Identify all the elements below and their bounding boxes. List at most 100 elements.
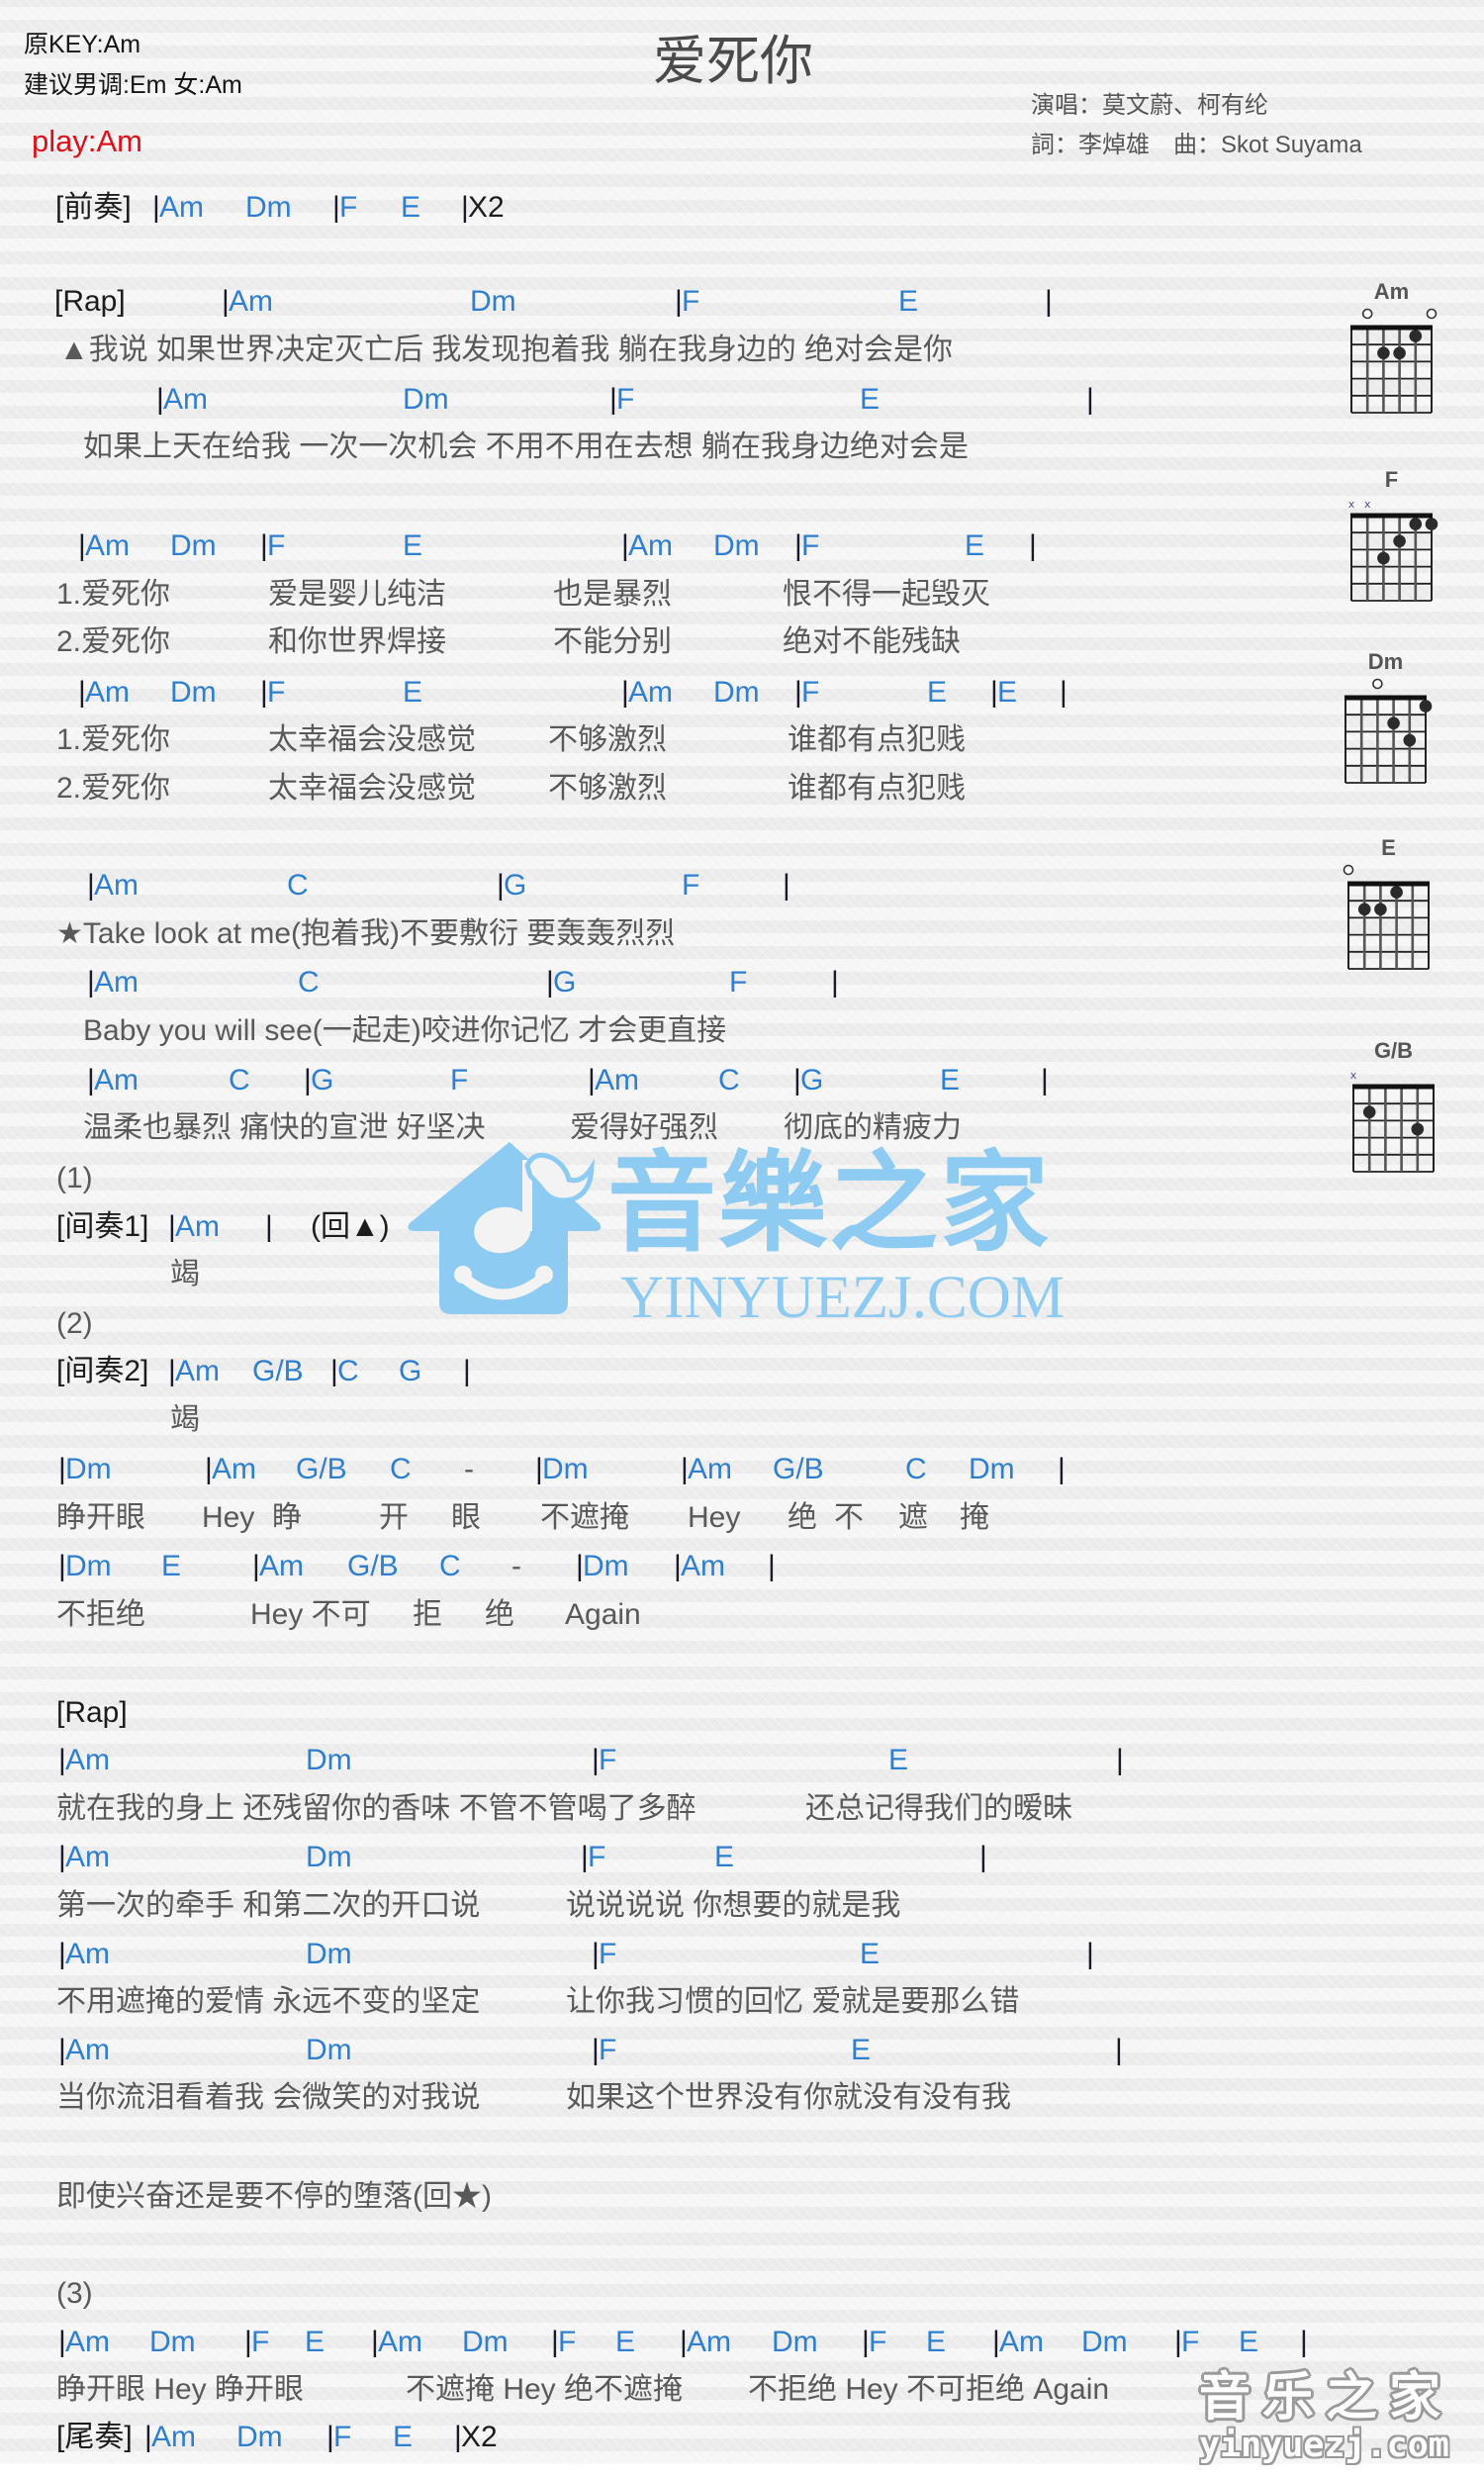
lyric-text: Baby you will see(一起走)咬进你记忆 才会更直接 — [83, 1014, 727, 1047]
lyric-text: 也是暴烈 — [553, 578, 672, 611]
chord-symbol: Dm — [969, 1453, 1015, 1485]
lyric-text: 如果上天在给我 一次一次机会 不用不用在去想 躺在我身边绝对会是 — [83, 430, 970, 463]
bar-line: | — [1041, 1064, 1049, 1096]
chord-symbol: G/B — [296, 1453, 347, 1485]
lyric-text: 不拒绝 Hey 不可拒绝 Again — [748, 2373, 1110, 2406]
ending-marker: (3) — [56, 2277, 93, 2310]
chord-line: | Am Dm | F E | Am Dm | F E | E | — [0, 673, 1484, 713]
bar-line: | — [1086, 1938, 1094, 1970]
chord-symbol: Dm — [306, 1841, 352, 1873]
chord-symbol: F — [599, 2034, 617, 2066]
chord-symbol: Dm — [583, 1550, 629, 1582]
chord-symbol: E — [393, 2421, 414, 2453]
chord-symbol: Am — [229, 285, 273, 318]
muted-string-marker: x — [1364, 498, 1371, 511]
lyric-text: 不够激烈 — [548, 723, 667, 756]
chord-line: | Am C | G F | — [0, 963, 1484, 1002]
chord-symbol: Am — [163, 383, 208, 416]
lyric-text: 1.爱死你 — [56, 578, 171, 611]
section-label: [Rap] — [56, 1696, 128, 1729]
chord-symbol: F — [616, 383, 635, 416]
chord-symbol: C — [390, 1453, 412, 1485]
lyric-text: 谁都有点犯贱 — [788, 723, 966, 756]
chord-symbol: F — [1181, 2326, 1200, 2358]
chord-symbol: Am — [378, 2326, 422, 2358]
lyric-text: 太幸福会没感觉 — [268, 772, 476, 805]
chord-symbol: Am — [65, 2034, 110, 2066]
chord-symbol: E — [927, 676, 948, 709]
chord-line: [Rap] | Am Dm | F E | — [0, 282, 1484, 322]
section-label: [尾奏] — [56, 2421, 133, 2453]
lyric-text: 拒 — [413, 1598, 442, 1631]
chord-line: | Am Dm | F E | Am Dm | F E | Am Dm | F … — [0, 2323, 1484, 2362]
chord-symbol: C — [229, 1064, 250, 1096]
bar-line: | — [768, 1550, 776, 1582]
chord-symbol: Am — [259, 1550, 304, 1582]
chord-fretboard — [1343, 864, 1430, 970]
bar-line: | — [831, 966, 839, 999]
lyric-line: 1.爱死你 爱是婴儿纯洁 也是暴烈 恨不得一起毁灭 — [0, 575, 1484, 615]
lyric-text: 不够激烈 — [548, 772, 667, 805]
lyric-text: Hey — [688, 1501, 741, 1534]
lyric-text: 爱是婴儿纯洁 — [268, 578, 446, 611]
lyric-text: 不 — [834, 1501, 864, 1534]
chord-line: | Dm E | Am G/B C - | Dm | Am | — [0, 1547, 1484, 1586]
chord-symbol: C — [905, 1453, 927, 1485]
chord-symbol: Am — [628, 676, 673, 709]
suggested-key: 建议男调:Em 女:Am — [24, 71, 242, 99]
lyric-text: 还总记得我们的暧昧 — [805, 1792, 1072, 1825]
chord-line: | Am Dm | F E | — [0, 1935, 1484, 1974]
chord-symbol: Am — [85, 676, 130, 709]
lyric-text: 竭 — [170, 1403, 200, 1436]
chord-symbol: E — [940, 1064, 961, 1096]
chord-symbol: Am — [65, 1938, 110, 1970]
lyric-text: 2.爱死你 — [56, 772, 171, 805]
lyric-text: 掩 — [960, 1501, 989, 1534]
lyric-line: ▲我说 如果世界决定灭亡后 我发现抱着我 躺在我身边的 绝对会是你 — [0, 331, 1484, 370]
bar-line: | — [1045, 285, 1053, 318]
lyric-line: 温柔也暴烈 痛快的宣泄 好坚决 爱得好强烈 彻底的精疲力 — [0, 1108, 1484, 1148]
chord-symbol: F — [339, 191, 358, 224]
bar-line: | — [1058, 1453, 1066, 1485]
chord-symbol: F — [801, 676, 820, 709]
chord-symbol: E — [860, 1938, 881, 1970]
lyric-line: 如果上天在给我 一次一次机会 不用不用在去想 躺在我身边绝对会是 — [0, 428, 1484, 467]
interlude-line: [间奏1] | Am | (回▲) — [0, 1207, 1484, 1247]
chord-symbol: Am — [94, 869, 139, 902]
lyric-text: 如果这个世界没有你就没有没有我 — [566, 2081, 1011, 2114]
chord-symbol: E — [997, 676, 1018, 709]
chord-sheet-page: 原KEY:Am 建议男调:Em 女:Am play:Am 爱死你 演唱：莫文蔚、… — [0, 0, 1484, 2464]
chord-symbol: G/B — [773, 1453, 824, 1485]
chord-symbol: Am — [595, 1064, 639, 1096]
lyric-text: 第一次的牵手 和第二次的开口说 — [56, 1889, 481, 1922]
play-key: play:Am — [32, 124, 142, 158]
chord-symbol: C — [718, 1064, 740, 1096]
lyric-text: ▲我说 如果世界决定灭亡后 我发现抱着我 躺在我身边的 绝对会是你 — [59, 334, 954, 366]
section-label: [间奏1] — [56, 1210, 149, 1243]
chord-symbol: E — [714, 1841, 735, 1873]
lyric-line: 竭 — [0, 1255, 1484, 1294]
lyric-text: 睁 — [272, 1501, 302, 1534]
chord-symbol: C — [337, 1355, 359, 1387]
chord-symbol: Dm — [470, 285, 516, 318]
chord-line: | Am C | G F | Am C | G E | — [0, 1061, 1484, 1100]
chord-symbol: E — [403, 676, 423, 709]
chord-symbol: Am — [175, 1355, 220, 1387]
chord-symbol: Am — [687, 2326, 731, 2358]
lyric-text: 开 — [379, 1501, 409, 1534]
chord-symbol: C — [298, 966, 320, 999]
chord-symbol: G/B — [347, 1550, 399, 1582]
chord-symbol: F — [869, 2326, 887, 2358]
lyric-line: 当你流泪看着我 会微笑的对我说 如果这个世界没有你就没有没有我 — [0, 2078, 1484, 2118]
chord-symbol: F — [599, 1744, 617, 1776]
lyric-line: 竭 — [0, 1400, 1484, 1440]
chord-symbol: Am — [151, 2421, 196, 2453]
chord-symbol: G — [311, 1064, 334, 1096]
muted-string-marker: x — [1348, 498, 1355, 511]
chord-symbol: E — [161, 1550, 182, 1582]
lyric-text: Again — [565, 1598, 641, 1631]
chord-symbol: F — [333, 2421, 352, 2453]
bar-line: | — [463, 1355, 471, 1387]
nut — [1350, 325, 1433, 331]
chord-symbol: Dm — [170, 676, 217, 709]
